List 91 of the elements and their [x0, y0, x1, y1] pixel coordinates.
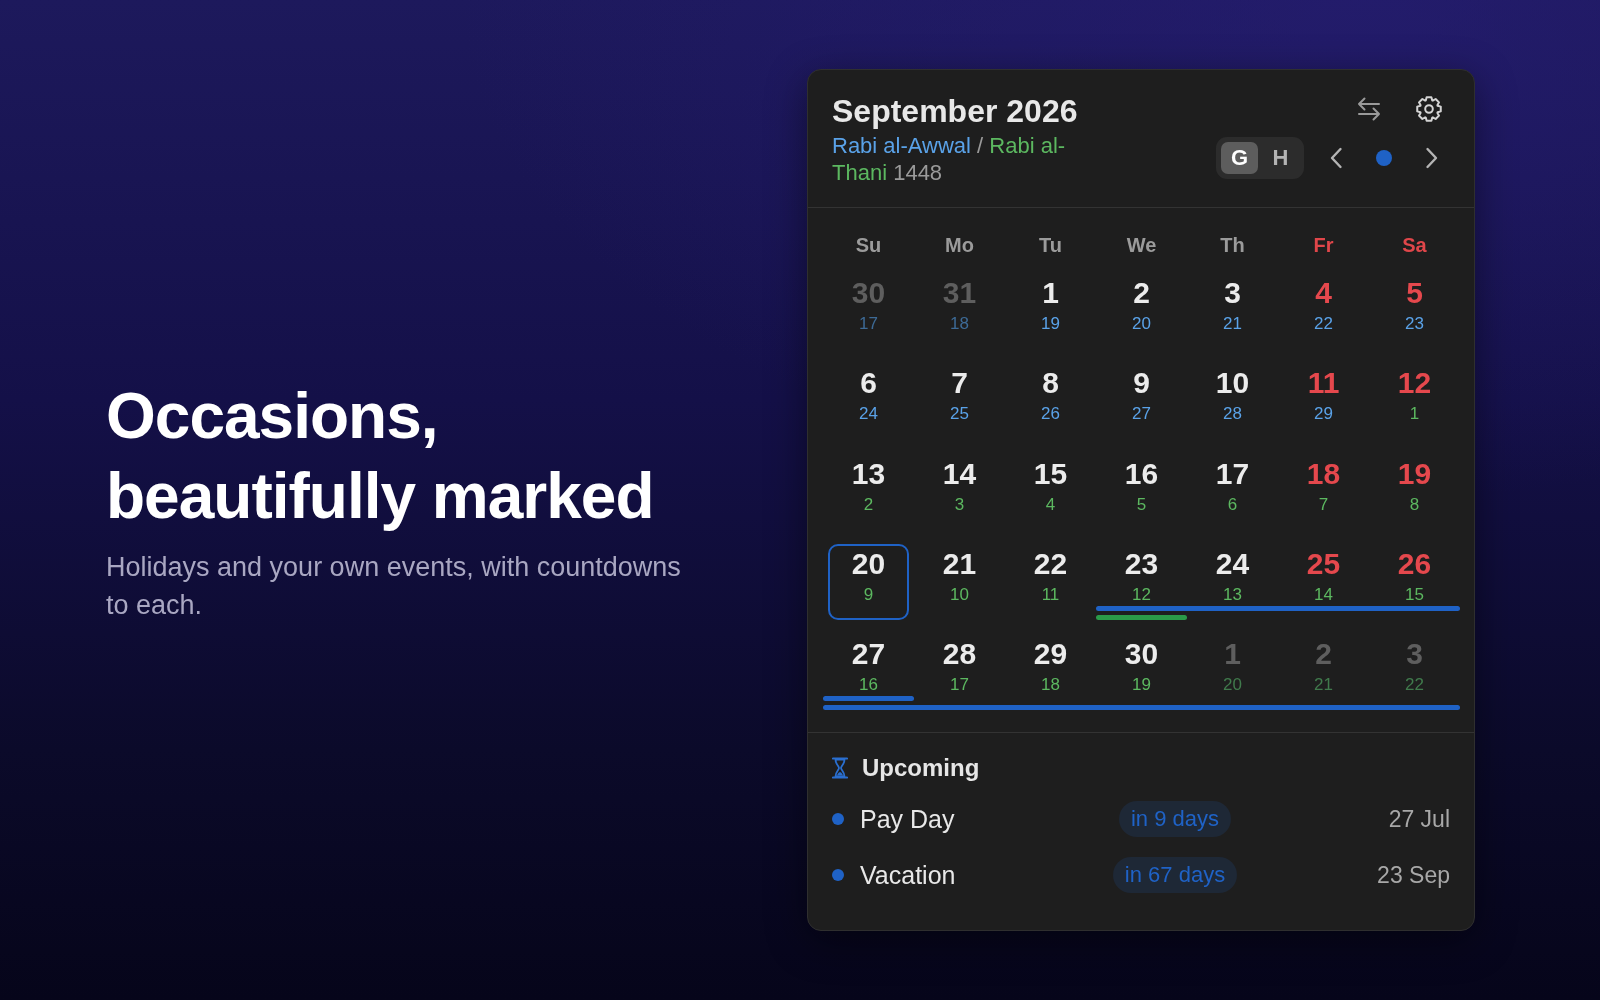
day-cell[interactable]: 3 21 [1192, 273, 1273, 335]
weekday-label: Fr [1313, 233, 1334, 258]
hijri-date: 19 [1132, 675, 1151, 695]
hijri-date: 1 [1409, 404, 1420, 425]
hijri-date: 29 [1314, 404, 1333, 425]
hijri-date: 22 [1405, 675, 1424, 695]
day-cell[interactable]: 18 7 [1283, 453, 1364, 516]
weekday-label: Sa [1402, 233, 1427, 258]
day-cell[interactable]: 29 18 [1010, 634, 1091, 696]
hijri-date: 20 [1223, 675, 1242, 695]
hijri-date: 7 [1318, 494, 1329, 515]
weekday-label: We [1126, 233, 1157, 258]
day-cell[interactable]: 25 14 [1283, 543, 1364, 606]
event-name: Pay Day [860, 804, 956, 835]
hijri-date: 18 [950, 314, 969, 334]
day-cell[interactable]: 9 27 [1101, 363, 1182, 426]
hijri-date: 10 [950, 584, 969, 605]
day-cell[interactable]: 7 25 [919, 363, 1000, 426]
event-name: Vacation [860, 860, 957, 891]
tagline: Holidays and your own events, with countdowns to each. [106, 551, 682, 622]
section-title: Upcoming [862, 755, 980, 782]
day-cell[interactable]: 1 19 [1010, 273, 1091, 335]
month-title: September 2026 [832, 92, 1078, 130]
day-cell[interactable]: 21 10 [919, 543, 1000, 606]
hijri-date: 28 [1223, 404, 1242, 425]
day-cell[interactable]: 17 6 [1192, 453, 1273, 516]
headline: Occasions, beautifully marked [106, 379, 655, 534]
hijri-date: 18 [1041, 675, 1060, 695]
hijri-date: 25 [950, 404, 969, 425]
day-cell[interactable]: 20 9 [828, 543, 909, 620]
mode-tab[interactable]: G [1221, 142, 1258, 174]
weekday-label: Th [1220, 233, 1245, 258]
hijri-date: 8 [1409, 494, 1420, 515]
settings-icon[interactable] [1416, 96, 1442, 122]
weekday-label: Mo [945, 233, 974, 258]
day-cell[interactable]: 10 28 [1192, 363, 1273, 426]
weekday-label: Tu [1039, 233, 1062, 258]
countdown-badge: in 9 days [1118, 801, 1232, 838]
day-cell[interactable]: 28 17 [919, 634, 1000, 696]
hijri-date: 16 [859, 675, 878, 695]
hijri-date: 17 [950, 675, 969, 695]
day-cell[interactable]: 30 19 [1101, 634, 1182, 696]
hijri-date: 26 [1041, 404, 1060, 425]
hijri-date: 22 [1314, 314, 1333, 334]
day-cell[interactable]: 4 22 [1283, 273, 1364, 335]
hijri-date: 21 [1314, 675, 1333, 695]
hijri-date: 11 [1041, 584, 1060, 605]
countdown-badge: in 67 days [1112, 857, 1238, 894]
day-cell[interactable]: 24 13 [1192, 543, 1273, 606]
day-cell[interactable]: 26 15 [1374, 543, 1455, 606]
hijri-date: 20 [1132, 314, 1151, 334]
hijri-date: 4 [1045, 494, 1056, 515]
weekday-label: Su [855, 233, 882, 258]
hijri-date: 15 [1405, 584, 1424, 605]
day-cell[interactable]: 23 12 [1101, 543, 1182, 606]
hijri-date: 3 [954, 494, 965, 515]
hijri-date: 23 [1405, 314, 1424, 334]
day-cell[interactable]: 27 16 [828, 634, 909, 696]
day-cell[interactable]: 15 4 [1010, 453, 1091, 516]
hijri-date: 6 [1227, 494, 1238, 515]
hijri-date: 2 [863, 494, 874, 515]
hijri-date: 21 [1223, 314, 1242, 334]
day-cell[interactable]: 11 29 [1283, 363, 1364, 426]
chevron-right-icon[interactable] [1425, 147, 1439, 169]
day-cell[interactable]: 8 26 [1010, 363, 1091, 426]
day-cell[interactable]: 16 5 [1101, 453, 1182, 516]
day-cell[interactable]: 6 24 [828, 363, 909, 426]
hijri-date: 17 [859, 314, 878, 334]
hijri-date: 27 [1132, 404, 1151, 425]
day-cell[interactable]: 14 3 [919, 453, 1000, 516]
swap-arrows-icon[interactable] [1356, 97, 1382, 121]
day-cell[interactable]: 13 2 [828, 453, 909, 516]
day-cell[interactable]: 5 23 [1374, 273, 1455, 335]
hijri-date: 24 [859, 404, 878, 425]
hijri-date: 5 [1136, 494, 1147, 515]
dot-icon[interactable] [1376, 150, 1392, 166]
event-date: 23 Sep [1377, 861, 1450, 891]
event-date: 27 Jul [1388, 805, 1450, 835]
hijri-date: 19 [1041, 314, 1060, 334]
hijri-date: 14 [1314, 584, 1333, 605]
day-cell[interactable]: 12 1 [1374, 363, 1455, 426]
day-cell[interactable]: 2 20 [1101, 273, 1182, 335]
hijri-date: 12 [1132, 584, 1151, 605]
hijri-month-range: Rabi al-Awwal / Rabi al-Thani 1448 [832, 132, 1067, 186]
hourglass-icon [832, 757, 848, 780]
hijri-date: 13 [1223, 584, 1242, 605]
chevron-left-icon[interactable] [1329, 147, 1343, 169]
day-cell[interactable]: 22 11 [1010, 543, 1091, 606]
mode-tab[interactable]: H [1262, 142, 1299, 174]
hijri-date: 9 [863, 584, 874, 605]
day-cell[interactable]: 19 8 [1374, 453, 1455, 516]
